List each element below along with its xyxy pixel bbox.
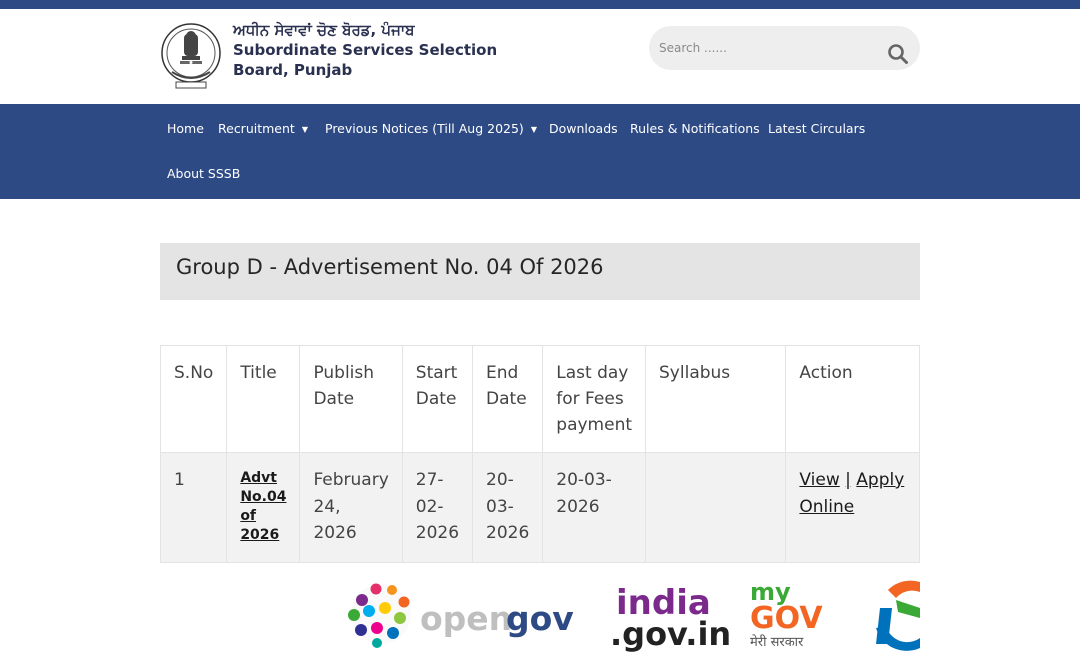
mygov-gov-text: GOV — [750, 601, 823, 636]
india-gov-logo[interactable]: india .gov.in — [610, 583, 731, 653]
advertisement-title-link[interactable]: Advt No.04 of 2026 — [240, 469, 286, 545]
nav-item-rules-notifications[interactable]: Rules & Notifications — [630, 121, 760, 136]
cell-end-date: 20-03-2026 — [472, 452, 544, 563]
cell-last-fee-day: 20-03-2026 — [542, 452, 647, 563]
cell-title: Advt No.04 of 2026 — [226, 452, 301, 563]
nav-item-previous-notices[interactable]: Previous Notices (Till Aug 2025) ▼ — [325, 121, 537, 136]
opengov-logo[interactable]: open gov — [348, 583, 574, 649]
cell-sno: 1 — [159, 452, 228, 563]
page-title: Group D - Advertisement No. 04 Of 2026 — [176, 255, 604, 279]
nav-item-label: Recruitment — [218, 121, 295, 136]
nav-item-latest-circulars[interactable]: Latest Circulars — [768, 121, 865, 136]
top-accent-bar — [0, 0, 1080, 9]
cell-syllabus — [645, 452, 787, 563]
column-header-title: Title — [226, 345, 301, 453]
nav-item-recruitment[interactable]: Recruitment ▼ — [218, 121, 308, 136]
nav-item-label: Downloads — [549, 121, 618, 136]
digital-india-logo-icon[interactable] — [876, 580, 920, 651]
india-gov-line2: .gov.in — [610, 615, 731, 653]
column-header-syllabus: Syllabus — [645, 345, 787, 453]
board-name-english: Subordinate Services Selection Board, Pu… — [233, 41, 498, 79]
opengov-gov-text: gov — [506, 599, 574, 638]
nav-item-label: Home — [167, 121, 204, 136]
mygov-logo[interactable]: my GOV मेरी सरकार — [750, 578, 823, 650]
cell-action: View | Apply Online — [785, 452, 920, 563]
search-box — [649, 26, 920, 70]
cell-start-date: 27-02-2026 — [401, 452, 474, 563]
state-emblem-icon[interactable] — [160, 20, 222, 92]
column-header-end-date: End Date — [472, 345, 544, 453]
opengov-open-text: open — [420, 599, 512, 638]
action-separator: | — [845, 470, 851, 490]
mygov-tagline: मेरी सरकार — [750, 634, 804, 650]
nav-item-label: Rules & Notifications — [630, 121, 760, 136]
table-row: 1 Advt No.04 of 2026 February 24, 2026 2… — [159, 452, 920, 563]
search-input[interactable] — [659, 35, 879, 61]
view-link[interactable]: View — [799, 470, 839, 490]
board-name-punjabi: ਅਧੀਨ ਸੇਵਾਵਾਂ ਚੋਣ ਬੋਰਡ, ਪੰਜਾਬ — [233, 21, 415, 39]
globe-icon — [348, 583, 411, 648]
column-header-sno: S.No — [159, 345, 228, 453]
main-navigation: Home Recruitment ▼ Previous Notices (Till… — [0, 104, 1080, 199]
column-header-start-date: Start Date — [401, 345, 474, 453]
search-icon[interactable] — [885, 41, 911, 67]
table-header-row: S.No Title Publish Date Start Date End D… — [159, 345, 920, 453]
nav-item-label: Latest Circulars — [768, 121, 866, 136]
nav-item-home[interactable]: Home — [167, 121, 204, 136]
column-header-action: Action — [785, 345, 920, 453]
column-header-publish-date: Publish Date — [299, 345, 403, 453]
column-header-last-fee-day: Last day for Fees payment — [542, 345, 647, 453]
advertisement-table: S.No Title Publish Date Start Date End D… — [159, 345, 920, 563]
cell-publish-date: February 24, 2026 — [299, 452, 403, 563]
nav-item-about-sssb[interactable]: About SSSB — [167, 166, 240, 181]
nav-item-label: Previous Notices (Till Aug 2025) — [325, 121, 524, 136]
nav-item-label: About SSSB — [167, 166, 241, 181]
nav-item-downloads[interactable]: Downloads — [549, 121, 618, 136]
dropdown-caret-icon: ▼ — [530, 125, 537, 134]
dropdown-caret-icon: ▼ — [301, 125, 308, 134]
partner-logos-strip: open gov india .gov.in my GOV मेरी सरकार — [348, 578, 920, 653]
